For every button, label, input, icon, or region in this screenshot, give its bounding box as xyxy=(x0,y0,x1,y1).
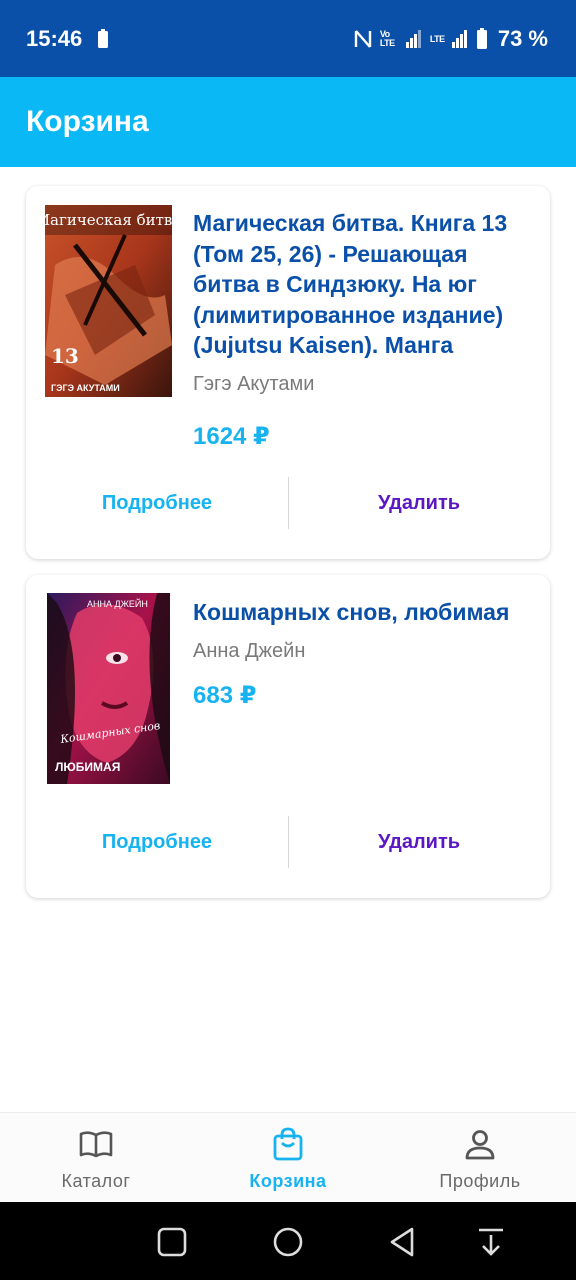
details-button[interactable]: Подробнее xyxy=(26,477,288,529)
app-bar: Корзина xyxy=(0,77,576,167)
book-cover-image: Магическая битва 13 ГЭГЭ АКУТАМИ xyxy=(45,205,172,397)
book-open-icon xyxy=(79,1131,113,1158)
lte-indicator: LTE xyxy=(429,33,445,44)
nav-label: Каталог xyxy=(61,1171,131,1191)
book-author: Анна Джейн xyxy=(193,639,306,662)
nav-item-profile[interactable]: Профиль xyxy=(384,1113,576,1203)
nfc-icon xyxy=(354,30,372,48)
nav-label: Профиль xyxy=(439,1171,521,1191)
book-author: Гэгэ Акутами xyxy=(193,372,315,395)
cover-author: АННА ДЖЕЙН xyxy=(87,598,148,609)
nav-item-cart[interactable]: Корзина xyxy=(192,1113,384,1203)
status-bar: 15:46 Vo LTE LTE 73 % xyxy=(0,0,576,77)
battery-saver-icon xyxy=(98,29,108,48)
remove-button[interactable]: Удалить xyxy=(288,816,550,868)
cover-title: ЛЮБИМАЯ xyxy=(55,760,120,774)
book-price: 683 ₽ xyxy=(193,681,257,709)
page-title: Корзина xyxy=(26,105,149,138)
volte-indicator: Vo LTE xyxy=(379,29,395,48)
home-icon[interactable] xyxy=(271,1225,305,1259)
details-button[interactable]: Подробнее xyxy=(26,816,288,868)
status-time: 15:46 xyxy=(26,26,83,51)
cover-author: ГЭГЭ АКУТАМИ xyxy=(51,383,120,393)
book-price: 1624 ₽ xyxy=(193,422,270,450)
status-icons: Vo LTE LTE 73 % xyxy=(354,26,548,52)
shopping-bag-icon xyxy=(273,1127,303,1161)
battery-percent: 73 % xyxy=(497,26,548,51)
nav-item-catalog[interactable]: Каталог xyxy=(0,1113,192,1203)
book-title[interactable]: Магическая битва. Книга 13 (Том 25, 26) … xyxy=(193,208,536,361)
book-title[interactable]: Кошмарных снов, любимая xyxy=(193,597,536,628)
cart-item-card: Магическая битва 13 ГЭГЭ АКУТАМИ Магичес… xyxy=(26,186,550,559)
recents-icon[interactable] xyxy=(155,1225,189,1259)
remove-button[interactable]: Удалить xyxy=(288,477,550,529)
back-icon[interactable] xyxy=(386,1225,420,1259)
bottom-navigation: Каталог Корзина Профиль xyxy=(0,1112,576,1202)
notification-drawer-icon[interactable] xyxy=(474,1225,508,1259)
book-cover-image: АННА ДЖЕЙН Кошмарных снов ЛЮБИМАЯ xyxy=(47,593,170,784)
cart-item-card: АННА ДЖЕЙН Кошмарных снов ЛЮБИМАЯ Кошмар… xyxy=(26,575,550,898)
signal-icon-2 xyxy=(451,30,467,48)
battery-icon xyxy=(476,28,487,49)
person-icon xyxy=(465,1130,495,1160)
signal-icon-1 xyxy=(405,30,421,48)
nav-label: Корзина xyxy=(249,1171,327,1191)
cover-title: Магическая битва xyxy=(45,211,172,229)
cover-volume-number: 13 xyxy=(51,344,79,368)
system-navigation-bar xyxy=(0,1202,576,1280)
